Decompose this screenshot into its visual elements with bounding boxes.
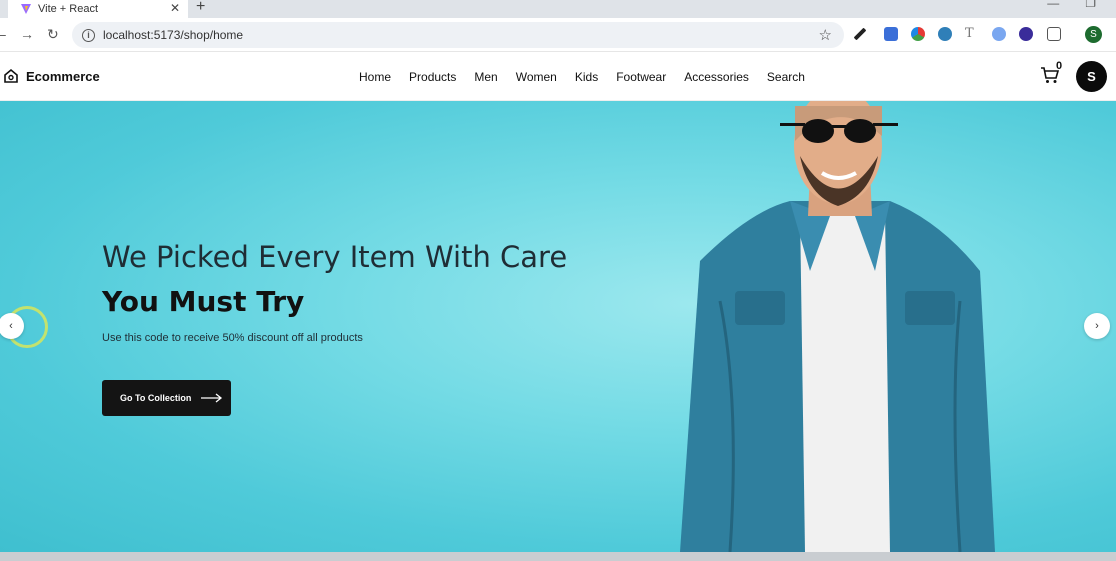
nav-search[interactable]: Search [767, 70, 805, 84]
arrow-right-icon [201, 393, 223, 403]
hero-banner: We Picked Every Item With Care You Must … [0, 101, 1116, 552]
site-info-icon[interactable]: i [82, 28, 95, 42]
back-icon[interactable]: – [0, 26, 6, 42]
hero-title: We Picked Every Item With Care [102, 240, 568, 274]
browser-toolbar: – → ↻ i localhost:5173/shop/home ☆ T S [0, 18, 1116, 52]
go-to-collection-button[interactable]: Go To Collection [102, 380, 231, 416]
new-tab-button[interactable]: + [196, 0, 205, 16]
vite-logo-icon [21, 4, 31, 14]
chevron-right-icon: › [1095, 320, 1099, 332]
cart-count-badge: 0 [1056, 60, 1063, 72]
cart-button[interactable]: 0 [1040, 60, 1062, 89]
browser-profile-avatar[interactable]: S [1085, 26, 1102, 43]
browser-tab-bar: Vite + React ✕ + — ❐ [0, 0, 1116, 18]
extension-icon[interactable] [884, 27, 898, 41]
url-text: localhost:5173/shop/home [103, 28, 244, 42]
forward-icon[interactable]: → [20, 26, 34, 42]
eyedropper-extension-icon[interactable] [853, 27, 867, 41]
hero-description: Use this code to receive 50% discount of… [102, 332, 363, 344]
browser-tab[interactable]: Vite + React ✕ [8, 0, 188, 18]
minimize-icon[interactable]: — [1047, 0, 1059, 10]
site-header: Ecommerce Home Products Men Women Kids F… [0, 52, 1116, 101]
browser-tab-title: Vite + React [38, 3, 99, 15]
hero-model-image [680, 101, 995, 552]
home-logo-icon [4, 68, 18, 83]
brand-name: Ecommerce [26, 68, 100, 84]
nav-men[interactable]: Men [474, 70, 497, 84]
nav-accessories[interactable]: Accessories [684, 70, 749, 84]
brand[interactable]: Ecommerce [3, 68, 100, 84]
tab-close-icon[interactable]: ✕ [170, 0, 180, 16]
color-extension-icon[interactable] [911, 27, 925, 41]
chevron-left-icon: ‹ [9, 320, 13, 332]
cta-label: Go To Collection [120, 393, 192, 403]
search-extension-icon[interactable] [992, 27, 1006, 41]
slider-next-button[interactable]: › [1084, 313, 1110, 339]
theme-extension-icon[interactable] [1019, 27, 1033, 41]
user-avatar[interactable]: S [1076, 61, 1107, 92]
bookmark-star-icon[interactable]: ☆ [819, 26, 832, 44]
nav-footwear[interactable]: Footwear [616, 70, 666, 84]
reload-icon[interactable]: ↻ [47, 26, 59, 43]
globe-extension-icon[interactable] [938, 27, 952, 41]
nav-kids[interactable]: Kids [575, 70, 598, 84]
window-controls: — ❐ [1047, 0, 1096, 10]
page-bottom-strip [0, 552, 1116, 561]
extensions-puzzle-icon[interactable] [1047, 27, 1061, 41]
text-extension-icon[interactable]: T [965, 27, 979, 41]
main-nav: Home Products Men Women Kids Footwear Ac… [359, 70, 805, 84]
restore-icon[interactable]: ❐ [1085, 0, 1096, 10]
nav-home[interactable]: Home [359, 70, 391, 84]
nav-women[interactable]: Women [516, 70, 557, 84]
nav-products[interactable]: Products [409, 70, 456, 84]
hero-subtitle-bold: You Must Try [102, 285, 305, 318]
address-bar[interactable]: i localhost:5173/shop/home ☆ [72, 22, 844, 48]
